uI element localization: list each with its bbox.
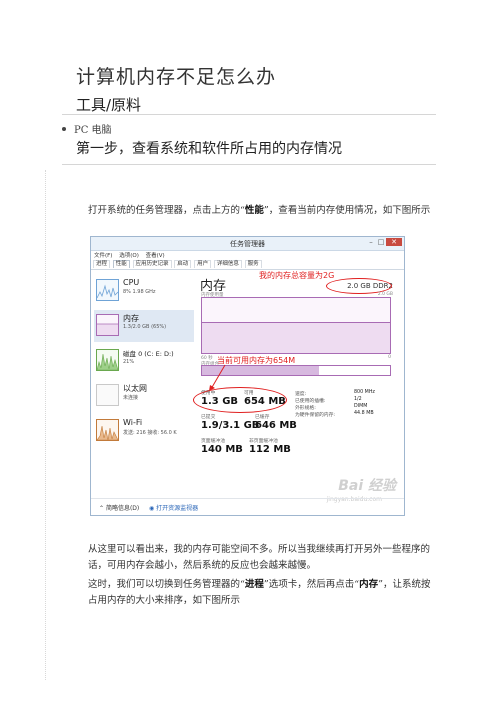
- sidebar-sub-cpu: 8% 1.98 GHz: [123, 289, 156, 295]
- bullet-dot: [62, 127, 66, 131]
- annotation-total-text: 我的内存总容量为2G: [259, 271, 335, 280]
- tab-startup[interactable]: 启动: [174, 260, 192, 268]
- sidebar-item-ethernet[interactable]: 以太网 未连接: [94, 380, 194, 412]
- menu-view[interactable]: 查看(V): [146, 253, 165, 259]
- detail-speed-key: 速度:: [295, 392, 307, 397]
- sidebar-item-disk[interactable]: 磁盘 0 (C: E: D:) 21%: [94, 345, 194, 377]
- window-titlebar: 任务管理器 – □ ✕: [91, 237, 404, 251]
- memory-usage-graph: [201, 297, 391, 354]
- memory-graph-thumb: [96, 314, 119, 336]
- window-controls: – □ ✕: [366, 238, 402, 246]
- nonpaged-pool-value: 112 MB: [249, 444, 291, 455]
- divider: [62, 164, 436, 165]
- bold-processes: 进程: [244, 579, 264, 590]
- tab-details[interactable]: 详细信息: [213, 260, 242, 268]
- detail-form-key: 外形规格:: [295, 406, 316, 411]
- detail-form-value: DIMM: [354, 404, 368, 409]
- window-title: 任务管理器: [230, 240, 265, 248]
- article-title: 计算机内存不足怎么办: [76, 66, 277, 88]
- maximize-icon[interactable]: □: [376, 238, 386, 246]
- disk-graph-thumb: [96, 349, 119, 371]
- performance-sidebar: CPU 8% 1.98 GHz 内存 1.3/2.0 GB (65%) 磁盘 0…: [94, 275, 194, 450]
- nonpaged-pool-label: 非页面缓冲池: [249, 439, 278, 444]
- sidebar-item-memory[interactable]: 内存 1.3/2.0 GB (65%): [94, 310, 194, 342]
- close-icon[interactable]: ✕: [386, 238, 402, 246]
- paragraph-1: 打开系统的任务管理器，点击上方的“性能”，查看当前内存使用情况，如下图所示: [88, 205, 431, 216]
- sidebar-sub-disk: 21%: [123, 359, 135, 365]
- paragraph-3: 这时，我们可以切换到任务管理器的“进程”选项卡，然后再点击“内存”，让系统按占用…: [88, 579, 431, 606]
- cached-label: 已缓存: [255, 415, 270, 420]
- brief-info-link[interactable]: ⌃ 简略信息(D): [99, 503, 139, 512]
- detail-speed-value: 800 MHz: [354, 390, 375, 395]
- zero-label: 0: [388, 355, 391, 360]
- watermark-logo: Bai 经验: [338, 478, 396, 494]
- sidebar-sub-ethernet: 未连接: [123, 395, 139, 401]
- bold-performance: 性能: [244, 205, 264, 216]
- bold-memory: 内存: [359, 579, 379, 590]
- sidebar-item-cpu[interactable]: CPU 8% 1.98 GHz: [94, 275, 194, 307]
- taskmgr-footer: ⌃ 简略信息(D) ◉ 打开资源监视器: [91, 498, 404, 515]
- wifi-graph-thumb: [96, 419, 119, 441]
- ethernet-graph-thumb: [96, 384, 119, 406]
- tool-item: PC 电脑: [74, 125, 112, 136]
- cpu-sparkline: [96, 284, 119, 299]
- detail-slots-value: 1/2: [354, 397, 362, 402]
- detail-reserved-value: 44.8 MB: [354, 411, 374, 416]
- menu-options[interactable]: 选项(O): [119, 253, 139, 259]
- step1-heading: 第一步，查看系统和软件所占用的内存情况: [76, 141, 342, 157]
- chevron-up-icon: ⌃: [99, 505, 106, 512]
- memory-usage-fill: [202, 321, 390, 353]
- step-connector-line: [45, 170, 46, 680]
- tab-bar: 进程 性能 应用历史记录 启动 用户 详细信息 服务: [91, 260, 404, 270]
- sidebar-label-wifi: Wi-Fi: [123, 418, 143, 427]
- paragraph-2: 从这里可以看出来，我的内存可能空间不多。所以当我继续再打开另外一些程序的话，可用…: [88, 544, 431, 571]
- tab-processes[interactable]: 进程: [93, 260, 111, 268]
- committed-label: 已提交: [201, 415, 216, 420]
- disk-sparkline: [96, 353, 119, 371]
- paged-pool-label: 页面缓冲池: [201, 439, 225, 444]
- open-resource-monitor-link[interactable]: ◉ 打开资源监视器: [149, 503, 198, 512]
- menu-bar: 文件(F) 选项(O) 查看(V): [91, 251, 404, 260]
- annotation-oval-available: [193, 387, 287, 413]
- sidebar-label-ethernet: 以太网: [123, 384, 147, 393]
- detail-reserved-key: 为硬件保留的内存:: [295, 413, 335, 418]
- sidebar-label-cpu: CPU: [123, 278, 140, 287]
- menu-file[interactable]: 文件(F): [94, 253, 112, 259]
- committed-value: 1.9/3.1 GB: [201, 420, 260, 431]
- sidebar-sub-wifi: 发送: 216 接收: 56.0 K: [123, 430, 177, 436]
- memory-sparkline: [97, 323, 118, 335]
- cpu-graph-thumb: [96, 279, 119, 301]
- tools-heading: 工具/原料: [76, 96, 142, 114]
- sidebar-sub-memory: 1.3/2.0 GB (65%): [123, 324, 167, 330]
- cached-value: 646 MB: [255, 420, 297, 431]
- tab-app-history[interactable]: 应用历史记录: [132, 260, 172, 268]
- wifi-sparkline: [96, 425, 119, 441]
- tab-performance[interactable]: 性能: [112, 260, 130, 268]
- sidebar-label-memory: 内存: [123, 314, 139, 323]
- task-manager-screenshot: 任务管理器 – □ ✕ 文件(F) 选项(O) 查看(V) 进程 性能 应用历史记录…: [90, 236, 405, 516]
- sidebar-label-disk: 磁盘 0 (C: E: D:): [123, 350, 174, 358]
- detail-slots-key: 已使用的插槽:: [295, 399, 326, 404]
- divider: [62, 114, 436, 115]
- memory-composition-bar: [201, 365, 391, 376]
- minimize-icon[interactable]: –: [366, 238, 376, 246]
- sidebar-item-wifi[interactable]: Wi-Fi 发送: 216 接收: 56.0 K: [94, 415, 194, 447]
- tab-users[interactable]: 用户: [194, 260, 212, 268]
- paged-pool-value: 140 MB: [201, 444, 243, 455]
- tab-services[interactable]: 服务: [244, 260, 262, 268]
